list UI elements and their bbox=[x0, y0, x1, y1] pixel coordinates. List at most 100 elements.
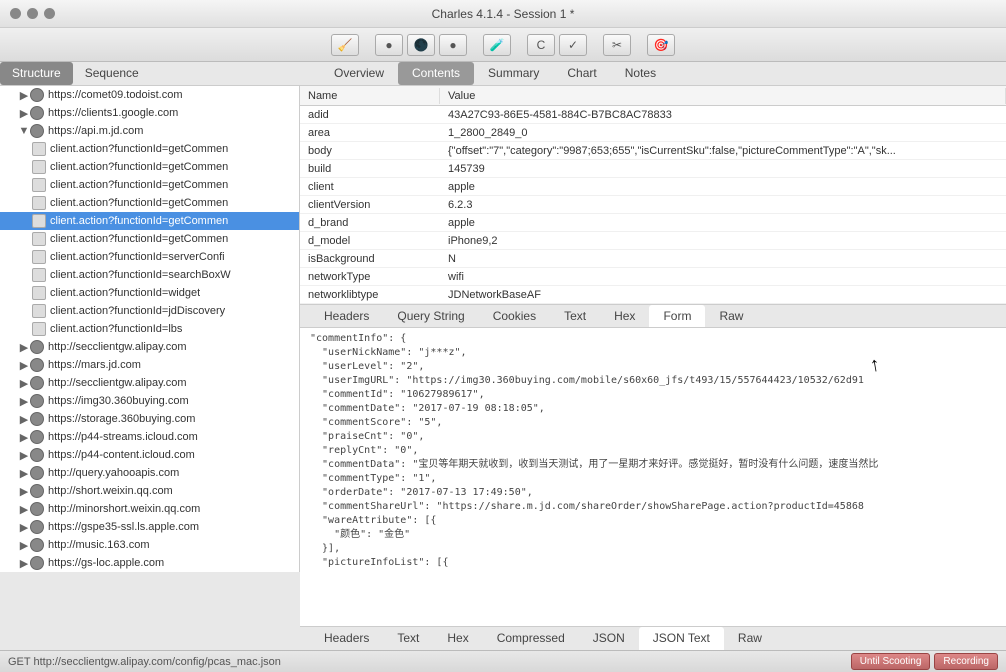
toolbar-btn-8[interactable]: 🎯 bbox=[647, 34, 675, 56]
bottom-tab-json-text[interactable]: JSON Text bbox=[639, 627, 724, 650]
tree-toggle-icon[interactable]: ▶ bbox=[18, 557, 30, 570]
content-tab-chart[interactable]: Chart bbox=[553, 62, 610, 85]
tab-sequence[interactable]: Sequence bbox=[73, 62, 151, 85]
request-table[interactable]: adid43A27C93-86E5-4581-884C-B7BC8AC78833… bbox=[300, 106, 1006, 304]
table-row[interactable]: body{"offset":"7","category":"9987;653;6… bbox=[300, 142, 1006, 160]
status-btn-until-scooting[interactable]: Until Scooting bbox=[851, 653, 931, 670]
subtab-text[interactable]: Text bbox=[550, 305, 600, 327]
tree-toggle-icon[interactable]: ▶ bbox=[18, 107, 30, 120]
minimize-icon[interactable] bbox=[27, 8, 38, 19]
table-row[interactable]: networkTypewifi bbox=[300, 268, 1006, 286]
subtab-cookies[interactable]: Cookies bbox=[479, 305, 550, 327]
tree-toggle-icon[interactable]: ▶ bbox=[18, 359, 30, 372]
tree-item[interactable]: ▶http://secclientgw.alipay.com bbox=[0, 374, 299, 392]
tree-toggle-icon[interactable]: ▶ bbox=[18, 89, 30, 102]
subtab-headers[interactable]: Headers bbox=[310, 305, 383, 327]
tree-toggle-icon[interactable]: ▶ bbox=[18, 467, 30, 480]
subtab-hex[interactable]: Hex bbox=[600, 305, 649, 327]
th-value[interactable]: Value bbox=[440, 88, 1006, 104]
toolbar-btn-3[interactable]: ● bbox=[439, 34, 467, 56]
table-row[interactable]: networklibtypeJDNetworkBaseAF bbox=[300, 286, 1006, 304]
tree-item[interactable]: client.action?functionId=getCommen bbox=[0, 176, 299, 194]
tree-toggle-icon[interactable]: ▶ bbox=[18, 395, 30, 408]
tree-toggle-icon[interactable]: ▶ bbox=[18, 413, 30, 426]
tree-toggle-icon[interactable]: ▶ bbox=[18, 377, 30, 390]
bottom-tab-json[interactable]: JSON bbox=[579, 627, 639, 650]
tree-item[interactable]: ▶http://secclientgw.alipay.com bbox=[0, 338, 299, 356]
table-row[interactable]: area1_2800_2849_0 bbox=[300, 124, 1006, 142]
toolbar-btn-6[interactable]: ✓ bbox=[559, 34, 587, 56]
tree-item[interactable]: client.action?functionId=getCommen bbox=[0, 158, 299, 176]
toolbar-btn-4[interactable]: 🧪 bbox=[483, 34, 511, 56]
tree-item[interactable]: client.action?functionId=jdDiscovery bbox=[0, 302, 299, 320]
tree-item[interactable]: ▶https://p44-content.icloud.com bbox=[0, 446, 299, 464]
tree-item[interactable]: ▶https://storage.360buying.com bbox=[0, 410, 299, 428]
tree-item[interactable]: client.action?functionId=searchBoxW bbox=[0, 266, 299, 284]
tree-item[interactable]: client.action?functionId=serverConfi bbox=[0, 248, 299, 266]
tree-toggle-icon[interactable]: ▶ bbox=[18, 485, 30, 498]
tree-item[interactable]: ▶https://gs-loc.apple.com bbox=[0, 554, 299, 572]
bottom-tab-hex[interactable]: Hex bbox=[433, 627, 482, 650]
tree-label: https://mars.jd.com bbox=[48, 359, 141, 371]
toolbar-btn-0[interactable]: 🧹 bbox=[331, 34, 359, 56]
tree-toggle-icon[interactable]: ▶ bbox=[18, 539, 30, 552]
toolbar-btn-5[interactable]: C bbox=[527, 34, 555, 56]
json-viewer[interactable]: "commentInfo": { "userNickName": "j***z"… bbox=[300, 328, 1006, 626]
bottom-tab-raw[interactable]: Raw bbox=[724, 627, 776, 650]
table-row[interactable]: d_brandapple bbox=[300, 214, 1006, 232]
bottom-tab-compressed[interactable]: Compressed bbox=[483, 627, 579, 650]
tab-structure[interactable]: Structure bbox=[0, 62, 73, 85]
content-tab-contents[interactable]: Contents bbox=[398, 62, 474, 85]
th-name[interactable]: Name bbox=[300, 88, 440, 104]
tree-toggle-icon[interactable]: ▶ bbox=[18, 521, 30, 534]
tree-toggle-icon[interactable]: ▶ bbox=[18, 341, 30, 354]
bottom-tab-headers[interactable]: Headers bbox=[310, 627, 383, 650]
table-row[interactable]: clientVersion6.2.3 bbox=[300, 196, 1006, 214]
tree-item[interactable]: ▶https://p44-streams.icloud.com bbox=[0, 428, 299, 446]
subtab-form[interactable]: Form bbox=[649, 305, 705, 327]
table-row[interactable]: isBackgroundN bbox=[300, 250, 1006, 268]
table-row[interactable]: d_modeliPhone9,2 bbox=[300, 232, 1006, 250]
tree-item[interactable]: client.action?functionId=getCommen bbox=[0, 140, 299, 158]
tree-toggle-icon[interactable]: ▼ bbox=[18, 125, 30, 137]
bottom-tab-text[interactable]: Text bbox=[383, 627, 433, 650]
subtab-raw[interactable]: Raw bbox=[705, 305, 757, 327]
maximize-icon[interactable] bbox=[44, 8, 55, 19]
toolbar-btn-7[interactable]: ✂ bbox=[603, 34, 631, 56]
close-icon[interactable] bbox=[10, 8, 21, 19]
tree-item[interactable]: ▼https://api.m.jd.com bbox=[0, 122, 299, 140]
table-row[interactable]: clientapple bbox=[300, 178, 1006, 196]
status-btn-recording[interactable]: Recording bbox=[934, 653, 998, 670]
tree-item[interactable]: ▶http://music.163.com bbox=[0, 536, 299, 554]
tree-item[interactable]: ▶https://comet09.todoist.com bbox=[0, 86, 299, 104]
tree-item[interactable]: ▶http://minorshort.weixin.qq.com bbox=[0, 500, 299, 518]
tree-item[interactable]: client.action?functionId=getCommen bbox=[0, 230, 299, 248]
tree-item[interactable]: client.action?functionId=getCommen bbox=[0, 194, 299, 212]
tree-item[interactable]: client.action?functionId=widget bbox=[0, 284, 299, 302]
tree-item[interactable]: ▶http://short.weixin.qq.com bbox=[0, 482, 299, 500]
tree-toggle-icon[interactable]: ▶ bbox=[18, 431, 30, 444]
toolbar-btn-2[interactable]: 🌑 bbox=[407, 34, 435, 56]
cell-name: client bbox=[300, 181, 440, 193]
tree-item[interactable]: ▶ http://query.yahooapis.com bbox=[0, 464, 299, 482]
toolbar-btn-1[interactable]: ● bbox=[375, 34, 403, 56]
cell-name: networklibtype bbox=[300, 289, 440, 301]
tree-label: http://query.yahooapis.com bbox=[48, 467, 179, 479]
content-tab-notes[interactable]: Notes bbox=[611, 62, 670, 85]
table-row[interactable]: build145739 bbox=[300, 160, 1006, 178]
sidebar-tree[interactable]: ▶https://comet09.todoist.com▶https://cli… bbox=[0, 86, 300, 572]
tree-item[interactable]: client.action?functionId=getCommen bbox=[0, 212, 299, 230]
tree-item[interactable]: ▶https://img30.360buying.com bbox=[0, 392, 299, 410]
file-icon bbox=[32, 268, 46, 282]
tree-item[interactable]: ▶ https://mars.jd.com bbox=[0, 356, 299, 374]
tree-item[interactable]: client.action?functionId=lbs bbox=[0, 320, 299, 338]
content-tab-summary[interactable]: Summary bbox=[474, 62, 553, 85]
cell-name: isBackground bbox=[300, 253, 440, 265]
content-tab-overview[interactable]: Overview bbox=[320, 62, 398, 85]
subtab-query-string[interactable]: Query String bbox=[383, 305, 478, 327]
tree-toggle-icon[interactable]: ▶ bbox=[18, 503, 30, 516]
tree-item[interactable]: ▶https://gspe35-ssl.ls.apple.com bbox=[0, 518, 299, 536]
tree-item[interactable]: ▶https://clients1.google.com bbox=[0, 104, 299, 122]
table-row[interactable]: adid43A27C93-86E5-4581-884C-B7BC8AC78833 bbox=[300, 106, 1006, 124]
tree-toggle-icon[interactable]: ▶ bbox=[18, 449, 30, 462]
